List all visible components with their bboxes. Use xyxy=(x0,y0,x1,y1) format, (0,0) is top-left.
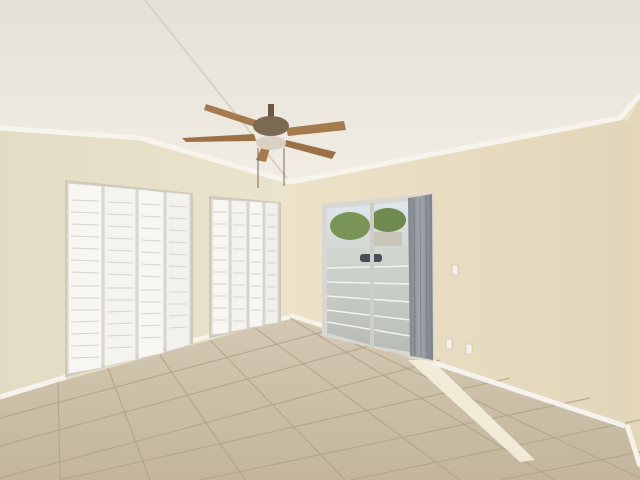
wall-outlet-2 xyxy=(465,343,473,355)
wall-right-edge xyxy=(628,95,640,470)
closet-left-panel-3[interactable] xyxy=(137,188,165,360)
outdoor-tree-2 xyxy=(370,208,406,232)
closet-right-panel-3[interactable] xyxy=(248,200,264,329)
outdoor-building xyxy=(372,232,402,246)
fan-downrod xyxy=(268,104,274,118)
light-switch[interactable] xyxy=(451,264,459,276)
fan-light-bowl xyxy=(256,136,286,150)
wall-outlet-1 xyxy=(445,338,453,350)
room-scene xyxy=(0,0,640,480)
outdoor-tree-1 xyxy=(330,212,370,240)
closet-left-panel-2[interactable] xyxy=(103,185,137,368)
room-illustration xyxy=(0,0,640,480)
closet-right-panel-1[interactable] xyxy=(211,198,230,336)
closet-right-panel-2[interactable] xyxy=(230,199,248,333)
door-center-mullion xyxy=(370,203,374,348)
fan-motor-housing xyxy=(253,116,289,136)
closet-left[interactable] xyxy=(65,179,193,378)
closet-right[interactable] xyxy=(209,195,281,339)
